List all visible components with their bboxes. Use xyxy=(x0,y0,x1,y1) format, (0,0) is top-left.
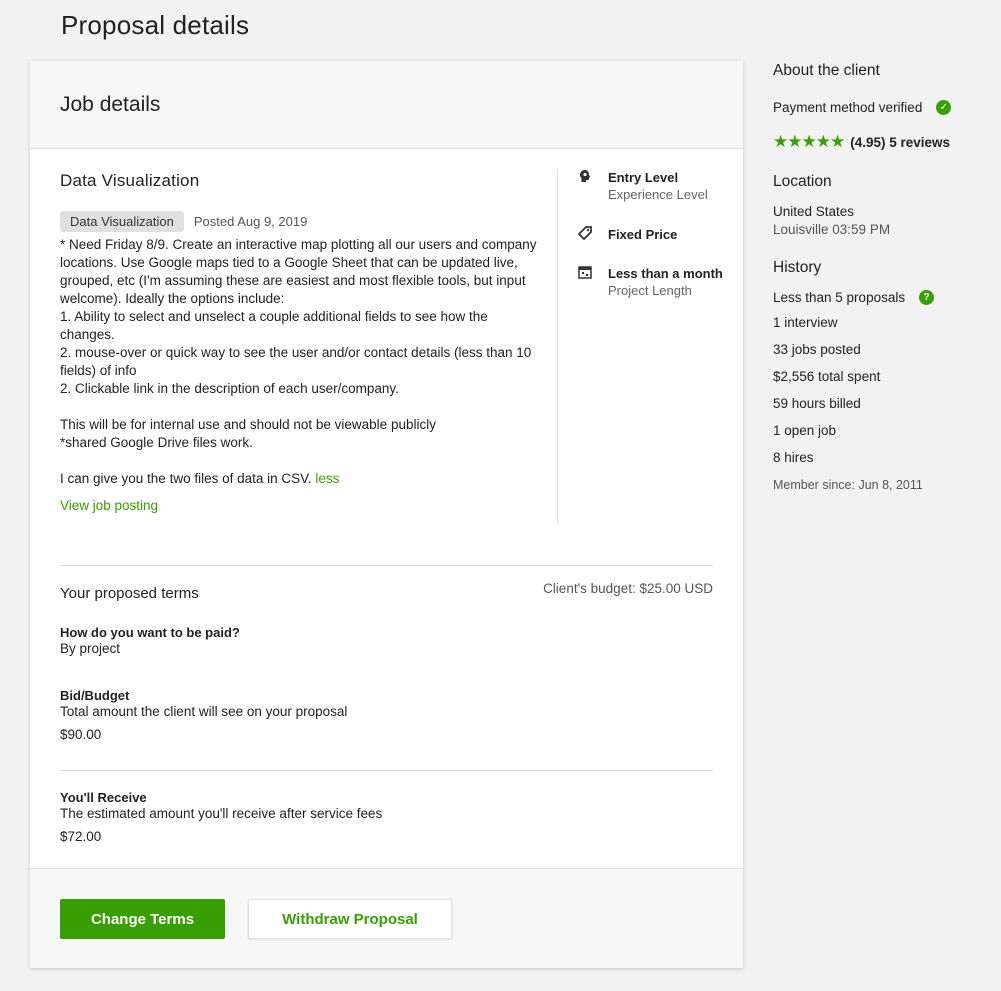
job-details-card: Job details Data Visualization Data Visu… xyxy=(30,61,743,968)
star-rating-icon: ★★★★★ xyxy=(773,132,845,151)
receive-label: You'll Receive xyxy=(60,790,147,805)
client-budget: Client's budget: $25.00 USD xyxy=(543,581,713,596)
job-details-heading: Job details xyxy=(60,92,161,116)
client-city-time: Louisville 03:59 PM xyxy=(773,222,891,237)
payment-type-label: How do you want to be paid? xyxy=(60,625,240,640)
client-rating: ★★★★★ (4.95) 5 reviews xyxy=(773,132,993,152)
payment-verified-text: Payment method verified xyxy=(773,100,923,115)
receive-section: You'll Receive The estimated amount you'… xyxy=(60,790,713,844)
withdraw-proposal-button[interactable]: Withdraw Proposal xyxy=(248,899,452,939)
interviews-count: 1 interview xyxy=(773,315,838,330)
bid-description: Total amount the client will see on your… xyxy=(60,704,348,719)
project-length-sub: Project Length xyxy=(608,283,692,298)
brain-head-icon xyxy=(580,170,591,182)
job-title: Data Visualization xyxy=(60,171,200,190)
check-circle-icon: ✓ xyxy=(936,100,952,115)
jobs-posted: 33 jobs posted xyxy=(773,342,861,357)
job-meta: Entry Level Experience Level Fixed Price… xyxy=(578,169,738,322)
view-job-posting-link[interactable]: View job posting xyxy=(60,498,158,513)
fixed-price: Fixed Price xyxy=(578,226,738,243)
change-terms-button[interactable]: Change Terms xyxy=(60,899,225,939)
client-country: United States xyxy=(773,204,855,219)
receive-amount: $72.00 xyxy=(60,829,102,844)
hours-billed: 59 hours billed xyxy=(773,396,861,411)
hires-count: 8 hires xyxy=(773,450,814,465)
posted-date: Posted Aug 9, 2019 xyxy=(193,214,308,229)
fixed-price-title: Fixed Price xyxy=(608,227,678,242)
payment-verified: Payment method verified ✓ xyxy=(773,100,993,115)
project-length: Less than a month Project Length xyxy=(578,265,738,300)
total-spent: $2,556 total spent xyxy=(773,369,881,384)
job-description: * Need Friday 8/9. Create an interactive… xyxy=(60,236,540,488)
bid-label: Bid/Budget xyxy=(60,688,130,703)
divider xyxy=(60,565,713,566)
location-heading: Location xyxy=(773,173,832,190)
divider xyxy=(60,770,713,771)
job-description-text: * Need Friday 8/9. Create an interactive… xyxy=(60,237,537,486)
history-heading: History xyxy=(773,259,822,276)
proposals-count-text: Less than 5 proposals xyxy=(773,290,906,305)
project-length-title: Less than a month xyxy=(608,266,723,281)
proposed-terms-title: Your proposed terms xyxy=(60,585,199,602)
card-header: Job details xyxy=(30,61,743,149)
receive-description: The estimated amount you'll receive afte… xyxy=(60,806,383,821)
calendar-icon xyxy=(578,266,592,279)
less-link[interactable]: less xyxy=(315,471,339,486)
experience-level-sub: Experience Level xyxy=(608,187,708,202)
card-footer: Change Terms Withdraw Proposal xyxy=(30,868,743,968)
rating-text: (4.95) 5 reviews xyxy=(850,134,951,150)
experience-level: Entry Level Experience Level xyxy=(578,169,738,204)
help-icon[interactable]: ? xyxy=(919,290,935,305)
proposals-count: Less than 5 proposals ? xyxy=(773,290,993,305)
bid-amount: $90.00 xyxy=(60,727,102,742)
proposed-terms-section: Your proposed terms Client's budget: $25… xyxy=(60,581,713,742)
experience-level-title: Entry Level xyxy=(608,170,679,185)
skill-tag[interactable]: Data Visualization xyxy=(60,211,184,232)
price-tag-icon xyxy=(578,226,592,240)
payment-type-value: By project xyxy=(60,641,121,656)
member-since: Member since: Jun 8, 2011 xyxy=(773,478,923,492)
vertical-divider xyxy=(557,169,558,524)
about-client-heading: About the client xyxy=(773,62,880,79)
about-client-sidebar: About the client Payment method verified… xyxy=(773,62,993,492)
job-description-section: Data Visualization Data Visualization Po… xyxy=(60,171,540,515)
open-jobs: 1 open job xyxy=(773,423,837,438)
page-title: Proposal details xyxy=(61,10,250,40)
